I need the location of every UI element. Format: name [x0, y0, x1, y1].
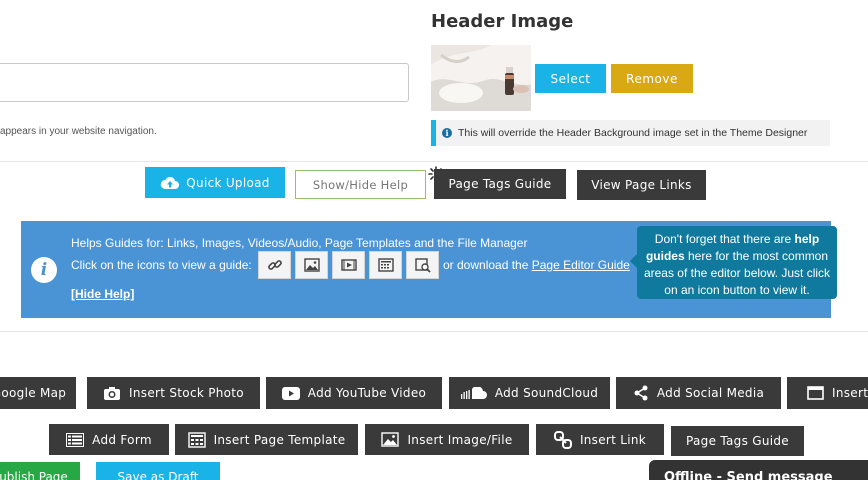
tooltip-text-1: Don't forget that there are [654, 232, 795, 246]
google-map-button[interactable]: Google Map [0, 377, 76, 409]
page-tags-guide-button-bottom[interactable]: Page Tags Guide [671, 426, 804, 456]
template-icon [377, 258, 394, 272]
chat-widget[interactable]: Offline - Send message [649, 460, 868, 480]
window-icon [807, 386, 824, 400]
add-social-media-button[interactable]: Add Social Media [616, 377, 781, 409]
insert-page-template-button[interactable]: Insert Page Template [175, 424, 358, 455]
google-map-label: Google Map [0, 386, 67, 400]
help-guides-text: Helps Guides for: Links, Images, Videos/… [71, 236, 528, 250]
video-guide-button[interactable] [332, 251, 365, 279]
video-icon [340, 259, 357, 271]
remove-image-button[interactable]: Remove [611, 64, 693, 93]
insert-image-file-label: Insert Image/File [407, 432, 513, 447]
page-name-hint: appears in your website navigation. [0, 126, 157, 137]
page-tags-guide-button[interactable]: Page Tags Guide [434, 169, 566, 199]
image-icon [381, 432, 400, 447]
info-icon: i [31, 257, 57, 283]
soundcloud-icon [460, 387, 487, 399]
view-page-links-button[interactable]: View Page Links [577, 170, 706, 200]
download-guide-prefix: or download the [443, 258, 529, 272]
link-icon [553, 430, 572, 449]
insert-page-template-label: Insert Page Template [213, 432, 346, 447]
file-manager-guide-button[interactable] [406, 251, 439, 279]
add-form-label: Add Form [92, 432, 152, 447]
template-icon [187, 431, 206, 448]
camera-icon [104, 386, 121, 400]
add-youtube-video-label: Add YouTube Video [307, 386, 427, 400]
hide-help-link[interactable]: [Hide Help] [71, 287, 134, 301]
page-editor-guide-link[interactable]: Page Editor Guide [532, 258, 630, 272]
show-hide-help-button[interactable]: Show/Hide Help [295, 170, 426, 199]
insert-button[interactable]: Insert [787, 377, 868, 409]
download-guide-text: or download the Page Editor Guide [443, 258, 630, 272]
add-social-media-label: Add Social Media [656, 386, 765, 400]
link-icon [267, 260, 282, 270]
help-tooltip: Don't forget that there are help guides … [630, 226, 837, 299]
page-tags-guide-label: Page Tags Guide [686, 434, 789, 448]
image-guide-button[interactable] [295, 251, 328, 279]
add-soundcloud-button[interactable]: Add SoundCloud [449, 377, 610, 409]
form-icon [66, 432, 85, 447]
header-image-note-text: This will override the Header Background… [458, 127, 808, 139]
youtube-icon [281, 386, 300, 400]
insert-label: Insert [832, 386, 868, 400]
share-icon [634, 385, 648, 401]
select-image-button[interactable]: Select [535, 64, 606, 93]
file-manager-icon [414, 257, 431, 273]
cloud-upload-icon [161, 176, 180, 189]
insert-image-file-button[interactable]: Insert Image/File [365, 424, 529, 455]
quick-upload-button[interactable]: Quick Upload [145, 167, 285, 198]
add-youtube-video-button[interactable]: Add YouTube Video [266, 377, 442, 409]
publish-page-button[interactable]: Publish Page [0, 462, 80, 480]
image-icon [303, 258, 320, 272]
save-as-draft-button[interactable]: Save as Draft [96, 462, 220, 480]
divider [0, 161, 868, 162]
add-form-button[interactable]: Add Form [49, 424, 169, 455]
link-guide-button[interactable] [258, 251, 291, 279]
help-guides-instruction: Click on the icons to view a guide: [71, 258, 252, 272]
quick-upload-label: Quick Upload [186, 175, 270, 190]
page-name-input[interactable] [0, 63, 409, 102]
add-soundcloud-label: Add SoundCloud [494, 386, 599, 400]
header-image-note: i This will override the Header Backgrou… [431, 120, 830, 146]
insert-stock-photo-label: Insert Stock Photo [129, 386, 244, 400]
divider [0, 331, 868, 332]
insert-link-button[interactable]: Insert Link [536, 424, 664, 455]
insert-link-label: Insert Link [579, 432, 647, 447]
page-editor: appears in your website navigation. Head… [0, 0, 868, 480]
header-image-thumbnail [431, 45, 531, 111]
guide-icon-buttons [258, 251, 439, 279]
insert-stock-photo-button[interactable]: Insert Stock Photo [87, 377, 260, 409]
template-guide-button[interactable] [369, 251, 402, 279]
header-image-title: Header Image [431, 11, 574, 32]
info-icon: i [442, 128, 452, 138]
